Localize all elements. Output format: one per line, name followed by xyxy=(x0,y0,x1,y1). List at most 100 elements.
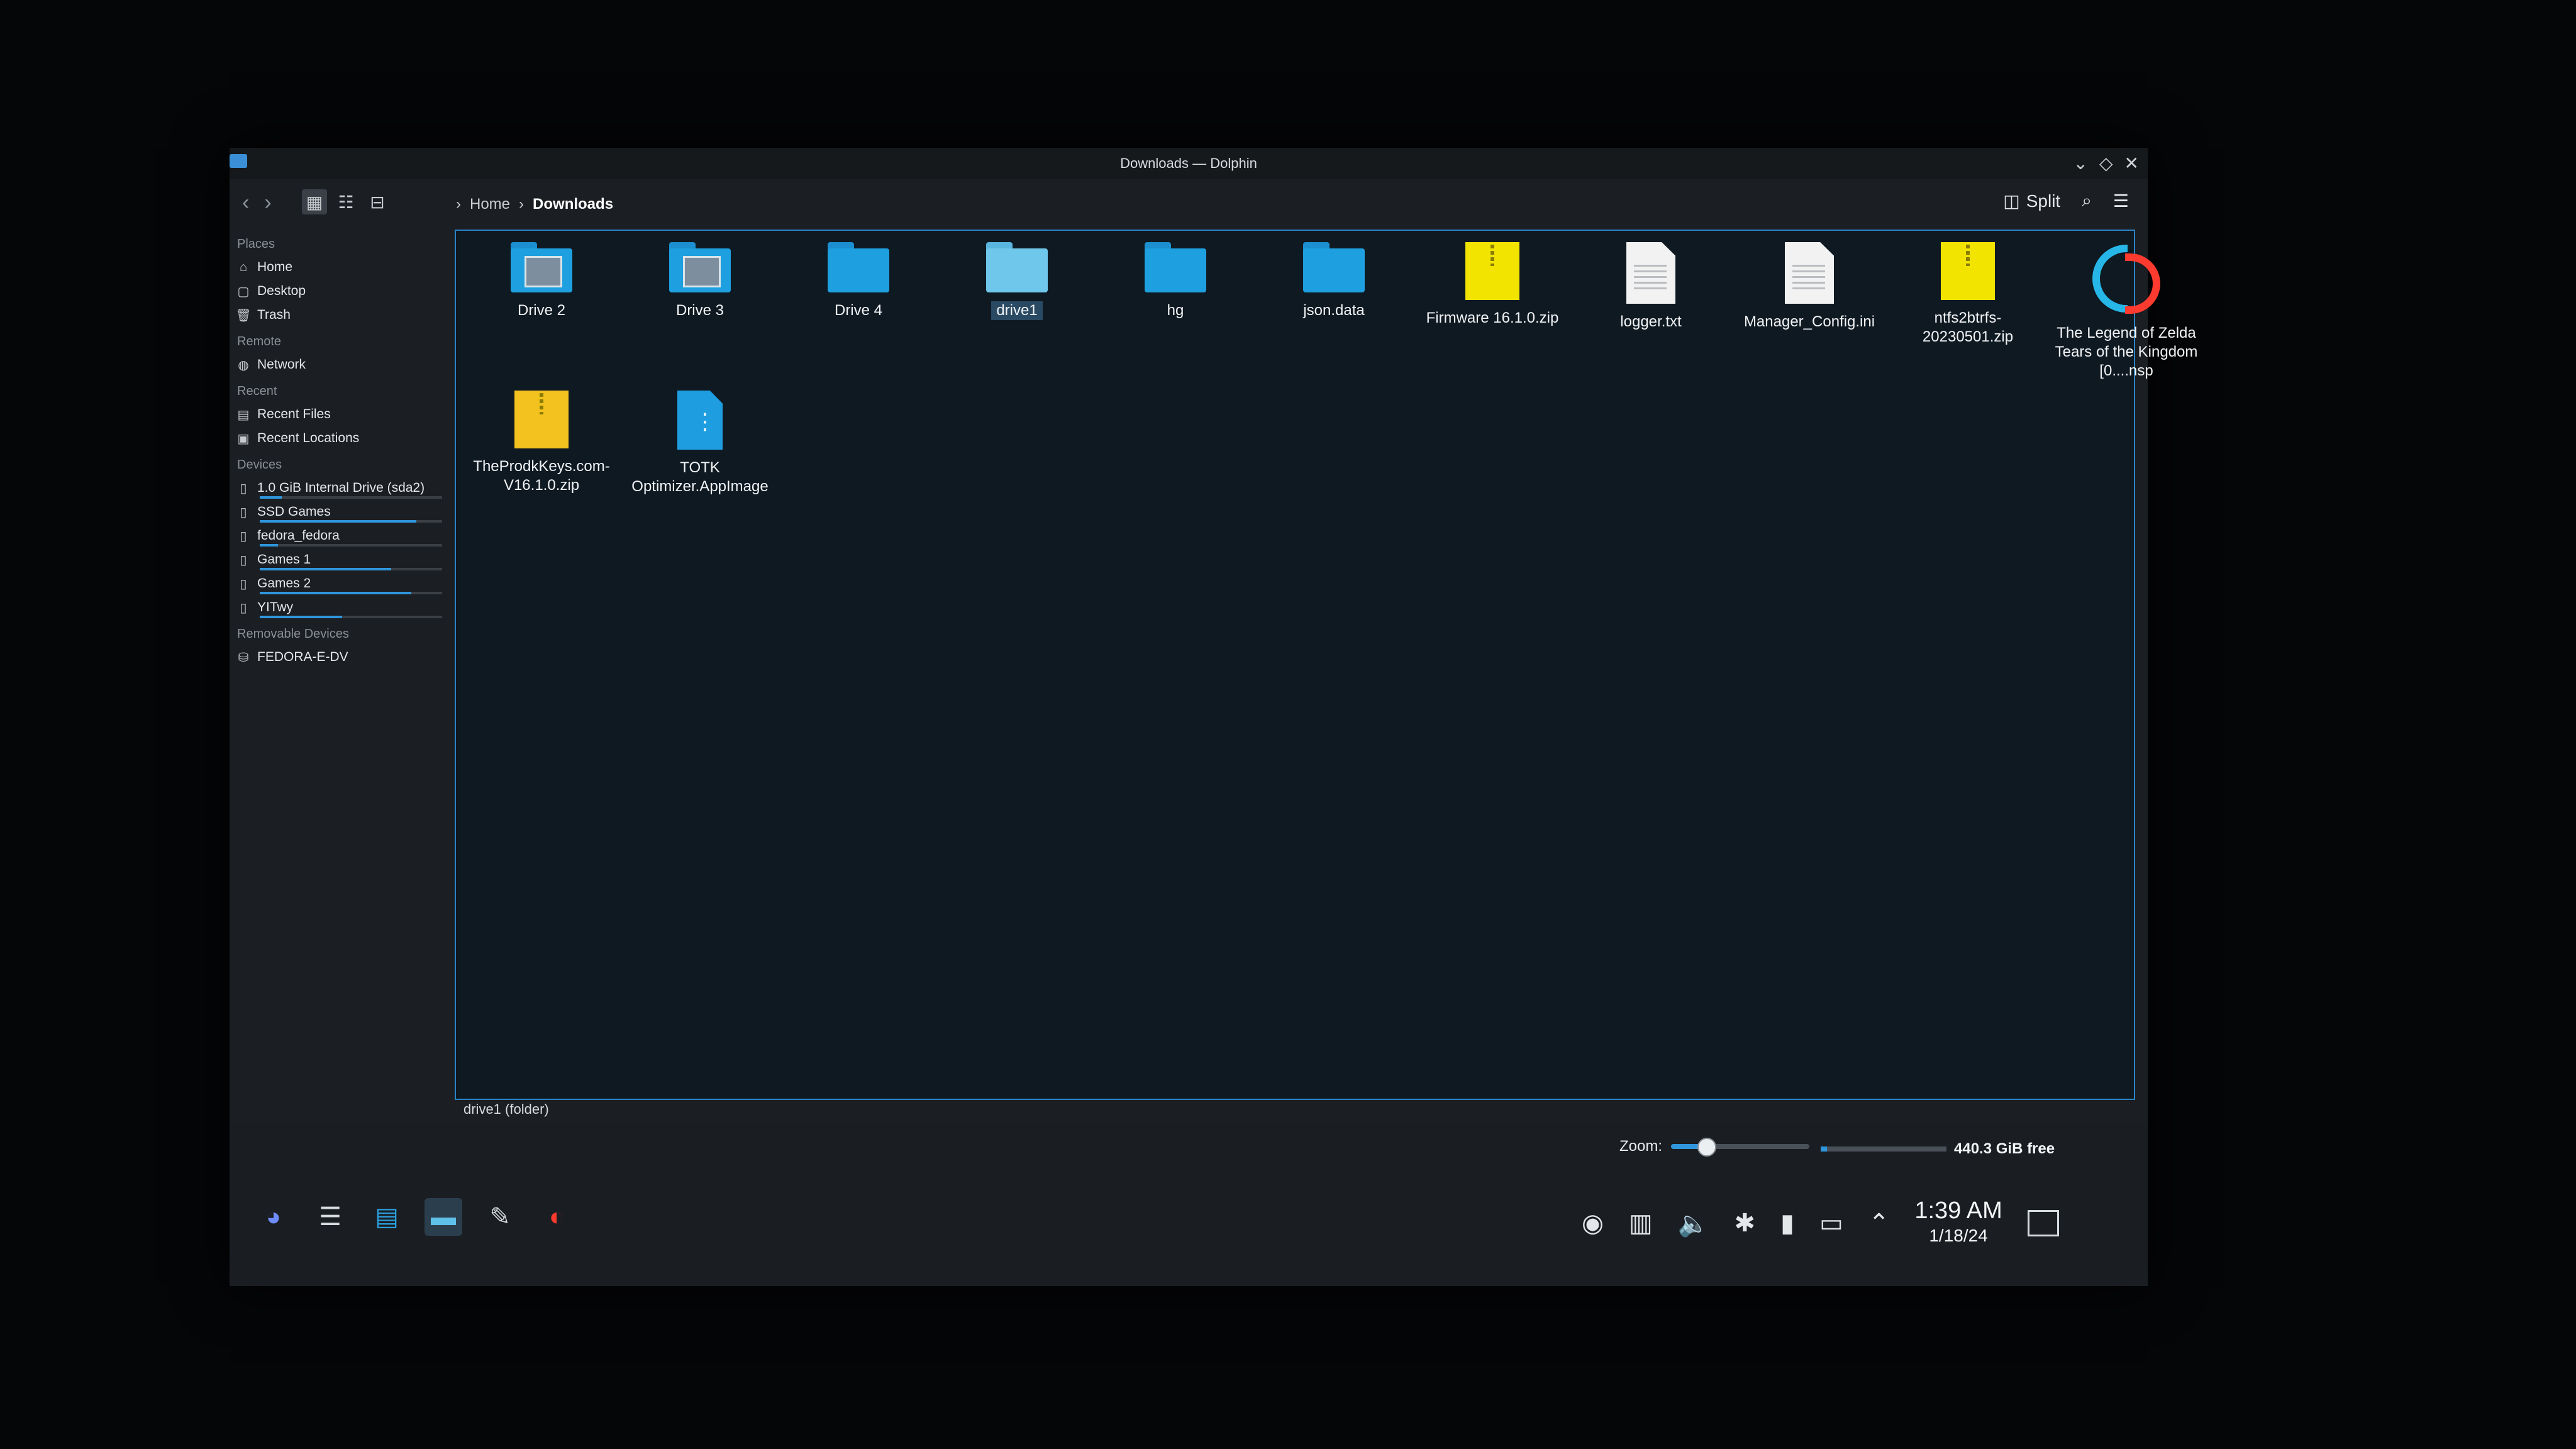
section-remote: Remote xyxy=(237,335,282,348)
file-view[interactable]: Drive 2 Drive 3 Drive 4 drive1 hg json.data Fi… xyxy=(455,230,2197,1100)
sidebar-item-network[interactable]: ◍ Network xyxy=(230,353,450,377)
steam-icon[interactable]: ◉ xyxy=(1582,1209,1604,1238)
zoom-label: Zoom: xyxy=(1619,1138,1663,1155)
file-item[interactable]: Drive 4 xyxy=(786,242,931,380)
sidebar-item-label: Network xyxy=(257,357,306,372)
free-space-info: 440.3 GiB free xyxy=(1821,1140,2055,1158)
zoom-knob[interactable] xyxy=(1697,1138,1717,1157)
breadcrumb: › Home › Downloads xyxy=(456,196,613,213)
drive-icon: ▯ xyxy=(240,577,247,591)
sidebar-item-device[interactable]: ▯ YITwy xyxy=(230,596,450,619)
sidebar-item-removable[interactable]: ⛁ FEDORA-E-DV xyxy=(230,645,450,669)
split-icon: ◫ xyxy=(2003,191,2020,211)
breadcrumb-separator-icon: › xyxy=(519,196,525,213)
file-item[interactable]: logger.txt xyxy=(1578,242,1724,380)
drive-icon: ▯ xyxy=(240,505,247,519)
sidebar-item-recent-locations[interactable]: ▣ Recent Locations xyxy=(230,426,450,450)
drive-icon: ▯ xyxy=(240,553,247,567)
zoom-slider[interactable] xyxy=(1671,1138,1810,1157)
maximize-icon[interactable]: ◇ xyxy=(2099,153,2113,174)
file-name: Manager_Config.ini xyxy=(1743,313,1875,330)
yuzu-logo-icon xyxy=(2089,242,2164,315)
zip-archive-icon xyxy=(1941,242,1995,300)
sidebar-item-home[interactable]: ⌂ Home xyxy=(230,255,450,279)
file-item[interactable]: The Legend of Zelda Tears of the Kingdom… xyxy=(2053,242,2199,380)
tray-expand-icon[interactable]: ⌃ xyxy=(1868,1209,1890,1238)
file-item[interactable]: ntfs2btrfs-20230501.zip xyxy=(1895,242,2041,380)
split-label: Split xyxy=(2026,191,2061,211)
sidebar-item-device[interactable]: ▯ 1.0 GiB Internal Drive (sda2) xyxy=(230,476,450,500)
file-item[interactable]: Drive 2 xyxy=(469,242,614,380)
discover-store-icon[interactable]: ▤ xyxy=(368,1198,406,1236)
file-item[interactable]: Manager_Config.ini xyxy=(1736,242,1882,380)
usage-fill xyxy=(260,592,411,594)
recent-locations-icon: ▣ xyxy=(237,431,250,446)
hamburger-menu-icon[interactable]: ☰ xyxy=(2113,191,2129,211)
folder-icon xyxy=(1145,242,1206,292)
sidebar-item-label: fedora_fedora xyxy=(257,528,340,543)
drive-icon: ▯ xyxy=(240,529,247,543)
usage-bar xyxy=(260,568,442,570)
places-sidebar: Places ⌂ Home ▢ Desktop 🗑 Trash Remote ◍ Net… xyxy=(230,230,450,1179)
file-name: hg xyxy=(1167,302,1184,319)
section-recent: Recent xyxy=(237,384,277,398)
usb-drive-icon: ⛁ xyxy=(238,650,249,665)
storage-icon[interactable]: ▮ xyxy=(1780,1209,1794,1238)
close-icon[interactable]: ✕ xyxy=(2124,153,2139,174)
clipboard-icon[interactable]: ▥ xyxy=(1629,1209,1653,1238)
volume-icon[interactable]: 🔈 xyxy=(1678,1209,1709,1238)
breadcrumb-downloads[interactable]: Downloads xyxy=(533,196,613,213)
display-icon[interactable]: ▭ xyxy=(1819,1209,1843,1238)
system-settings-icon[interactable]: ☰ xyxy=(311,1198,349,1236)
selection-info: drive1 (folder) xyxy=(464,1101,549,1117)
sidebar-item-desktop[interactable]: ▢ Desktop xyxy=(230,279,450,303)
file-item[interactable]: hg xyxy=(1102,242,1248,380)
file-item[interactable]: Firmware 16.1.0.zip xyxy=(1419,242,1565,380)
breadcrumb-home[interactable]: Home xyxy=(470,196,510,213)
editor-task-icon[interactable]: ✎ xyxy=(481,1198,519,1236)
compact-view-icon[interactable]: ☷ xyxy=(333,189,358,214)
drive-icon: ▯ xyxy=(240,481,247,496)
show-desktop-icon[interactable] xyxy=(2027,1210,2059,1236)
usage-fill xyxy=(260,520,417,523)
file-item[interactable]: TheProdkKeys.com-V16.1.0.zip xyxy=(469,391,614,529)
toolbar-right: ◫ Split ⌕ ☰ xyxy=(2003,191,2129,211)
details-view-icon[interactable]: ⊟ xyxy=(365,189,390,214)
file-name: Firmware 16.1.0.zip xyxy=(1426,309,1559,326)
bluetooth-icon[interactable]: ✱ xyxy=(1735,1209,1756,1238)
sidebar-item-device[interactable]: ▯ Games 2 xyxy=(230,572,450,596)
sidebar-item-trash[interactable]: 🗑 Trash xyxy=(230,303,450,327)
dolphin-task-icon[interactable]: ▬ xyxy=(425,1198,462,1236)
status-bar: drive1 (folder) xyxy=(455,1097,2133,1123)
back-arrow-icon[interactable]: ‹ xyxy=(242,191,249,215)
sidebar-item-device[interactable]: ▯ Games 1 xyxy=(230,548,450,572)
bottom-panel: Zoom: 440.3 GiB free ◕ ☰ ▤ ▬ ✎ ◐ ◉ ▥ 🔈 ✱… xyxy=(230,1123,2148,1286)
forward-arrow-icon[interactable]: › xyxy=(264,191,271,215)
file-item[interactable]: Drive 3 xyxy=(627,242,773,380)
usage-bar xyxy=(260,592,442,594)
search-icon[interactable]: ⌕ xyxy=(2082,191,2092,211)
sidebar-item-label: Desktop xyxy=(257,284,306,298)
text-file-icon xyxy=(1785,242,1834,304)
network-icon: ◍ xyxy=(238,358,249,372)
file-name: Drive 2 xyxy=(517,302,566,319)
minimize-icon[interactable]: ⌄ xyxy=(2074,153,2088,174)
usage-bar xyxy=(260,544,442,547)
split-button[interactable]: ◫ Split xyxy=(2003,191,2060,211)
toolbar: ‹ › ▦ ☷ ⊟ › Home › Downloads ◫ Split ⌕ ☰ xyxy=(230,179,2148,230)
clock[interactable]: 1:39 AM 1/18/24 xyxy=(1914,1198,2002,1248)
app-launcher-icon[interactable]: ◕ xyxy=(255,1198,292,1236)
yuzu-task-icon[interactable]: ◐ xyxy=(538,1198,575,1236)
view-mode-buttons: ▦ ☷ ⊟ xyxy=(302,189,390,214)
sidebar-item-device[interactable]: ▯ SSD Games xyxy=(230,500,450,524)
sidebar-item-recent-files[interactable]: ▤ Recent Files xyxy=(230,402,450,426)
file-item[interactable]: json.data xyxy=(1261,242,1407,380)
sidebar-item-device[interactable]: ▯ fedora_fedora xyxy=(230,524,450,548)
icons-view-icon[interactable]: ▦ xyxy=(302,189,327,214)
file-item[interactable]: TOTK Optimizer.AppImage xyxy=(627,391,773,529)
text-file-icon xyxy=(1626,242,1675,304)
folder-icon xyxy=(511,242,572,292)
file-item[interactable]: drive1 xyxy=(944,242,1090,380)
file-name: logger.txt xyxy=(1620,313,1682,330)
file-name: Drive 4 xyxy=(834,302,883,319)
